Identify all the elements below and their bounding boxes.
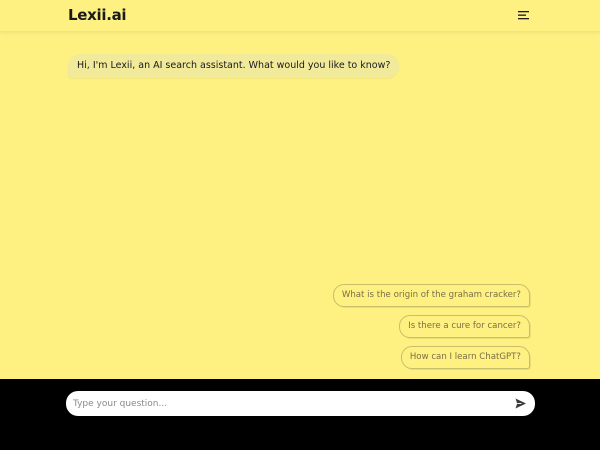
- question-input[interactable]: [72, 391, 502, 416]
- question-input-container: [66, 391, 535, 416]
- suggestion-chip-graham-cracker[interactable]: What is the origin of the graham cracker…: [332, 284, 530, 307]
- suggestion-chip-cancer-cure[interactable]: Is there a cure for cancer?: [399, 315, 530, 338]
- send-icon[interactable]: [514, 397, 527, 410]
- suggestion-chip-learn-chatgpt[interactable]: How can I learn ChatGPT?: [400, 346, 530, 369]
- logo[interactable]: Lexii.ai: [68, 5, 127, 25]
- app-root: Lexii.ai Hi, I'm Lexii, an AI search ass…: [0, 0, 600, 450]
- assistant-message: Hi, I'm Lexii, an AI search assistant. W…: [68, 54, 400, 78]
- hamburger-menu-icon[interactable]: [516, 8, 532, 22]
- composer-bar: [0, 379, 600, 450]
- header-bar: Lexii.ai: [0, 0, 600, 31]
